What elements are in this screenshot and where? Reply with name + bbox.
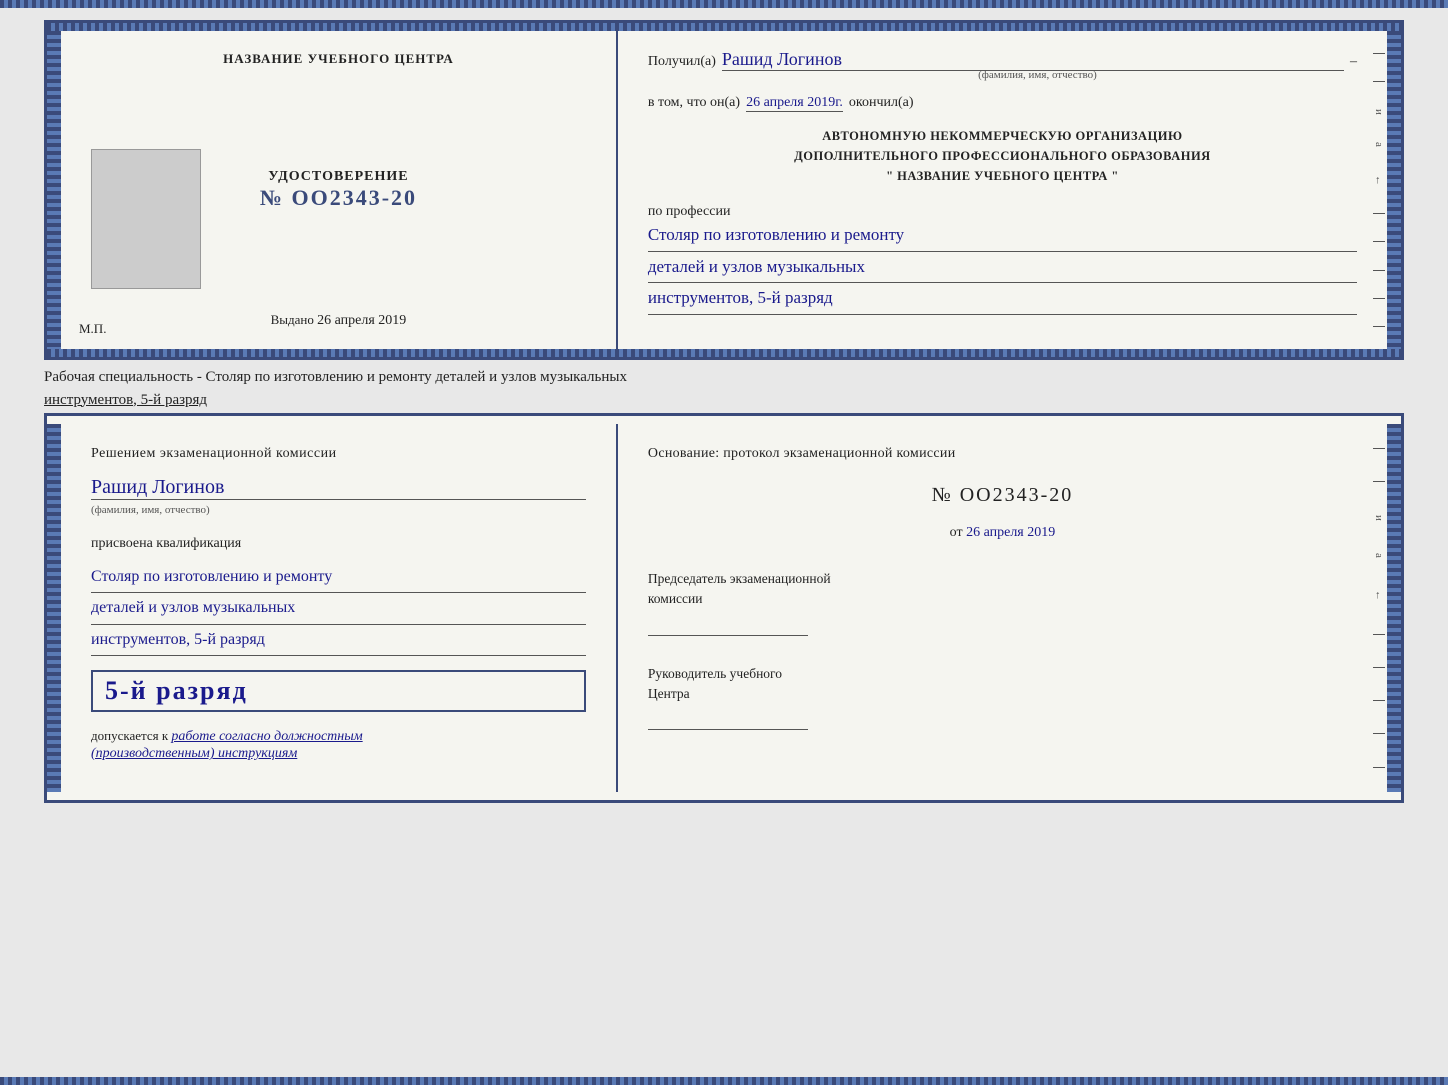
chairman-title-line1: Председатель экзаменационной xyxy=(648,571,831,586)
right-border-strip xyxy=(1387,31,1401,349)
org-line3: " НАЗВАНИЕ УЧЕБНОГО ЦЕНТРА " xyxy=(648,166,1357,186)
udost-label: УДОСТОВЕРЕНИЕ xyxy=(260,169,417,185)
deco-text-a2: а xyxy=(1373,553,1385,558)
udost-number: № OO2343-20 xyxy=(260,185,417,211)
certificate-container: НАЗВАНИЕ УЧЕБНОГО ЦЕНТРА УДОСТОВЕРЕНИЕ №… xyxy=(44,20,1404,803)
dopusk-text2: (производственным) инструкциям xyxy=(91,746,297,761)
chairman-block: Председатель экзаменационной комиссии xyxy=(648,569,1357,636)
vydano-date: 26 апреля 2019 xyxy=(317,313,406,328)
deco-line xyxy=(1373,481,1385,482)
right-border-strip-bottom xyxy=(1387,424,1401,792)
qual-line2: деталей и узлов музыкальных xyxy=(91,593,586,624)
protokol-number: № OO2343-20 xyxy=(648,484,1357,507)
deco-line xyxy=(1373,213,1385,214)
cert-top-left: НАЗВАНИЕ УЧЕБНОГО ЦЕНТРА УДОСТОВЕРЕНИЕ №… xyxy=(61,31,618,349)
qual-line3: инструментов, 5-й разряд xyxy=(91,625,586,656)
profession-line3: инструментов, 5-й разряд xyxy=(648,283,1357,315)
cert-bottom-right: Основание: протокол экзаменационной коми… xyxy=(618,424,1387,792)
mp-stamp: М.П. xyxy=(79,321,106,337)
left-border-strip-bottom xyxy=(47,424,61,792)
chairman-title-line2: комиссии xyxy=(648,591,703,606)
profession-line1: Столяр по изготовлению и ремонту xyxy=(648,220,1357,252)
vydano-label: Выдано xyxy=(271,312,314,327)
udost-block: УДОСТОВЕРЕНИЕ № OO2343-20 xyxy=(260,169,417,211)
deco-line xyxy=(1373,733,1385,734)
deco-line xyxy=(1373,81,1385,82)
left-border-strip xyxy=(47,31,61,349)
date-line: в том, что он(а) 26 апреля 2019г. окончи… xyxy=(648,95,1357,112)
deco-line xyxy=(1373,326,1385,327)
subtitle-bar: Рабочая специальность - Столяр по изгото… xyxy=(44,360,1404,411)
fio-sub: (фамилия, имя, отчество) xyxy=(91,504,210,516)
org-line1: АВТОНОМНУЮ НЕКОММЕРЧЕСКУЮ ОРГАНИЗАЦИЮ xyxy=(648,126,1357,146)
deco-line xyxy=(1373,634,1385,635)
ot-prefix: от xyxy=(950,525,963,540)
recipient-prefix: Получил(а) xyxy=(648,54,716,70)
photo-placeholder xyxy=(91,149,201,289)
profession-text: Столяр по изготовлению и ремонту деталей… xyxy=(648,220,1357,315)
chairman-signature-line xyxy=(648,616,808,636)
org-line2: ДОПОЛНИТЕЛЬНОГО ПРОФЕССИОНАЛЬНОГО ОБРАЗО… xyxy=(648,146,1357,166)
recipient-name: Рашид Логинов xyxy=(722,49,1344,71)
org-block: АВТОНОМНУЮ НЕКОММЕРЧЕСКУЮ ОРГАНИЗАЦИЮ ДО… xyxy=(648,126,1357,186)
deco-line xyxy=(1373,53,1385,54)
director-title-line1: Руководитель учебного xyxy=(648,666,782,681)
profession-line2: деталей и узлов музыкальных xyxy=(648,252,1357,284)
dopusk-prefix: допускается к xyxy=(91,728,168,743)
date-prefix: в том, что он(а) xyxy=(648,95,740,111)
side-decoration-bottom: и а ← xyxy=(1369,424,1387,792)
profession-block: по профессии Столяр по изготовлению и ре… xyxy=(648,200,1357,315)
deco-text-arrow2: ← xyxy=(1373,590,1385,601)
deco-line xyxy=(1373,700,1385,701)
qual-line1: Столяр по изготовлению и ремонту xyxy=(91,562,586,593)
cert-bottom: Решением экзаменационной комиссии Рашид … xyxy=(44,413,1404,803)
qual-highlight-text: 5-й разряд xyxy=(105,676,248,705)
vydano-block: Выдано 26 апреля 2019 xyxy=(91,312,586,329)
qual-label: присвоена квалификация xyxy=(91,536,586,552)
chairman-title: Председатель экзаменационной комиссии xyxy=(648,569,1357,610)
dopusk-block: допускается к работе согласно должностны… xyxy=(91,728,586,762)
deco-text-i: и xyxy=(1373,109,1385,115)
deco-line xyxy=(1373,241,1385,242)
cert-top: НАЗВАНИЕ УЧЕБНОГО ЦЕНТРА УДОСТОВЕРЕНИЕ №… xyxy=(44,20,1404,360)
cert-bottom-left: Решением экзаменационной комиссии Рашид … xyxy=(61,424,618,792)
recipient-line: Получил(а) Рашид Логинов – xyxy=(648,49,1357,71)
date-suffix: окончил(а) xyxy=(849,95,914,111)
qual-text: Столяр по изготовлению и ремонту деталей… xyxy=(91,562,586,656)
director-signature-line xyxy=(648,710,808,730)
side-decoration: и а ← xyxy=(1369,31,1387,349)
deco-line xyxy=(1373,298,1385,299)
profession-label: по профессии xyxy=(648,204,1357,220)
subtitle-underlined: инструментов, 5-й разряд xyxy=(44,392,207,408)
recipient-block: Получил(а) Рашид Логинов – (фамилия, имя… xyxy=(648,49,1357,81)
deco-line xyxy=(1373,448,1385,449)
director-title: Руководитель учебного Центра xyxy=(648,664,1357,705)
director-title-line2: Центра xyxy=(648,686,690,701)
ot-date: от 26 апреля 2019 xyxy=(648,525,1357,541)
deco-text-i2: и xyxy=(1373,515,1385,521)
dopusk-text1: работе согласно должностным xyxy=(171,729,362,744)
ot-date-value: 26 апреля 2019 xyxy=(966,525,1055,540)
director-block: Руководитель учебного Центра xyxy=(648,664,1357,731)
deco-line xyxy=(1373,270,1385,271)
deco-line xyxy=(1373,667,1385,668)
center-title: НАЗВАНИЕ УЧЕБНОГО ЦЕНТРА xyxy=(223,51,454,67)
qual-highlight-box: 5-й разряд xyxy=(91,670,586,712)
deco-text-arrow: ← xyxy=(1373,175,1385,186)
deco-line xyxy=(1373,767,1385,768)
deco-text-a: а xyxy=(1373,142,1385,147)
osnov-label: Основание: протокол экзаменационной коми… xyxy=(648,446,1357,462)
decision-title: Решением экзаменационной комиссии xyxy=(91,446,586,462)
subtitle-prefix: Рабочая специальность - Столяр по изгото… xyxy=(44,369,627,385)
date-value: 26 апреля 2019г. xyxy=(746,95,843,112)
person-block: Рашид Логинов (фамилия, имя, отчество) xyxy=(91,472,586,518)
person-name: Рашид Логинов xyxy=(91,476,586,500)
cert-top-right: Получил(а) Рашид Логинов – (фамилия, имя… xyxy=(618,31,1387,349)
